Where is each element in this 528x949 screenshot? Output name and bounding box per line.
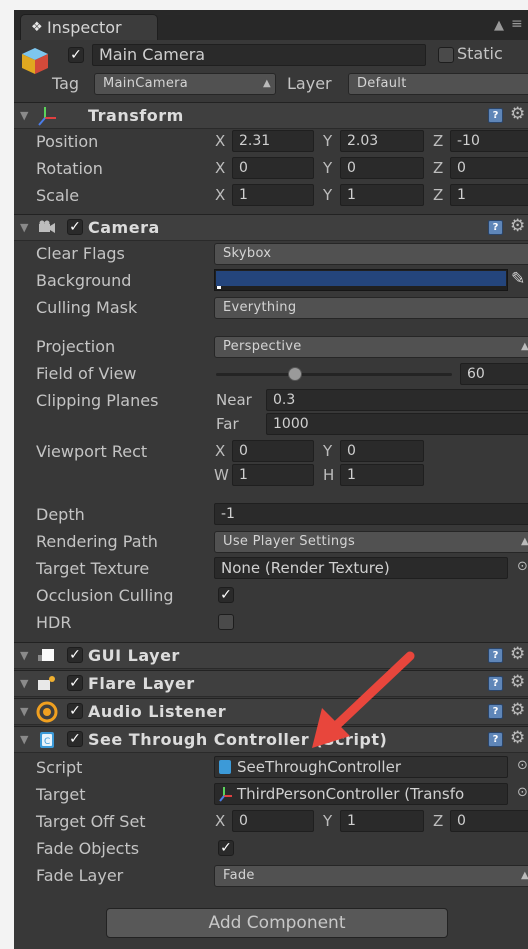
annotation-arrow: [312, 651, 415, 748]
